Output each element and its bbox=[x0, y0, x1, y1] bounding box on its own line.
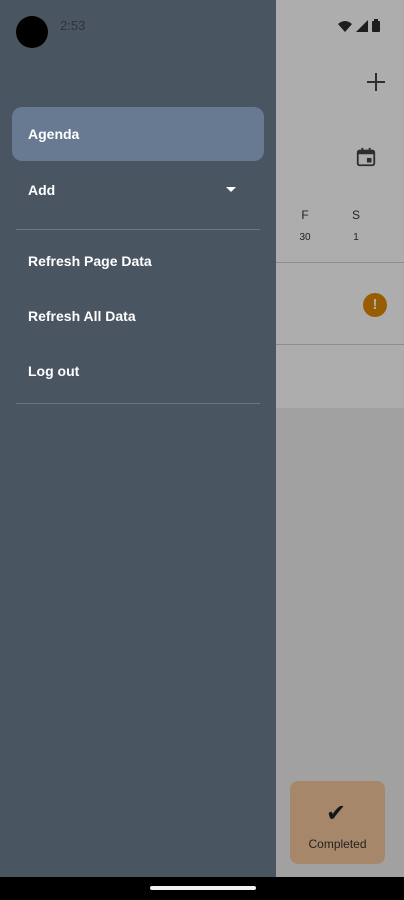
drawer-item-label: Agenda bbox=[28, 126, 80, 142]
dropdown-arrow-icon bbox=[226, 187, 236, 192]
drawer-item-log-out[interactable]: Log out bbox=[12, 344, 264, 398]
drawer-item-agenda[interactable]: Agenda bbox=[12, 107, 264, 161]
avatar[interactable] bbox=[16, 16, 48, 48]
status-time: 2:53 bbox=[60, 18, 86, 33]
drawer-item-refresh-page-data[interactable]: Refresh Page Data bbox=[12, 234, 264, 288]
drawer-item-label: Add bbox=[28, 182, 56, 198]
navigation-drawer: 2:53 Agenda Add Refresh Page Data Refres… bbox=[0, 0, 276, 877]
drawer-item-label: Log out bbox=[28, 363, 80, 379]
drawer-divider bbox=[16, 403, 260, 404]
drawer-divider bbox=[16, 229, 260, 230]
drawer-item-refresh-all-data[interactable]: Refresh All Data bbox=[12, 289, 264, 343]
drawer-item-add[interactable]: Add bbox=[12, 163, 264, 217]
home-gesture-handle[interactable] bbox=[150, 886, 256, 890]
drawer-item-label: Refresh Page Data bbox=[28, 253, 152, 269]
drawer-item-label: Refresh All Data bbox=[28, 308, 136, 324]
